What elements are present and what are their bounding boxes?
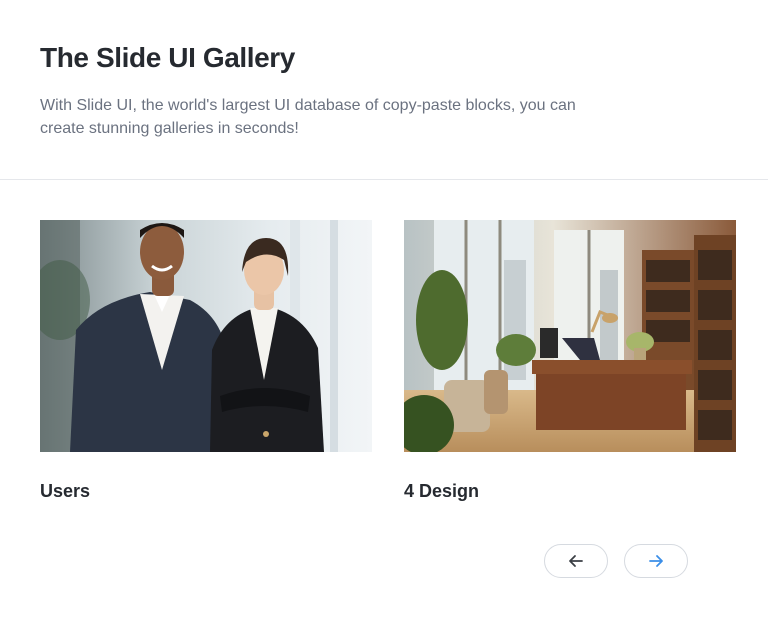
gallery-card-4-design[interactable]: 4 Design — [404, 220, 736, 501]
gallery-card-label: Users — [40, 481, 91, 501]
page-description: With Slide UI, the world's largest UI da… — [40, 97, 576, 137]
gallery-header: The Slide UI Gallery With Slide UI, the … — [0, 0, 768, 180]
gallery-card-label: 4 Design — [404, 481, 480, 501]
page-title: The Slide UI Gallery — [40, 42, 295, 73]
gallery-image-4-design — [404, 220, 736, 452]
arrow-right-icon — [649, 555, 663, 567]
arrow-left-icon — [569, 555, 583, 567]
next-button[interactable] — [624, 544, 688, 578]
previous-button[interactable] — [544, 544, 608, 578]
gallery-image-users — [40, 220, 372, 452]
gallery-card-users[interactable]: Users — [40, 220, 372, 501]
